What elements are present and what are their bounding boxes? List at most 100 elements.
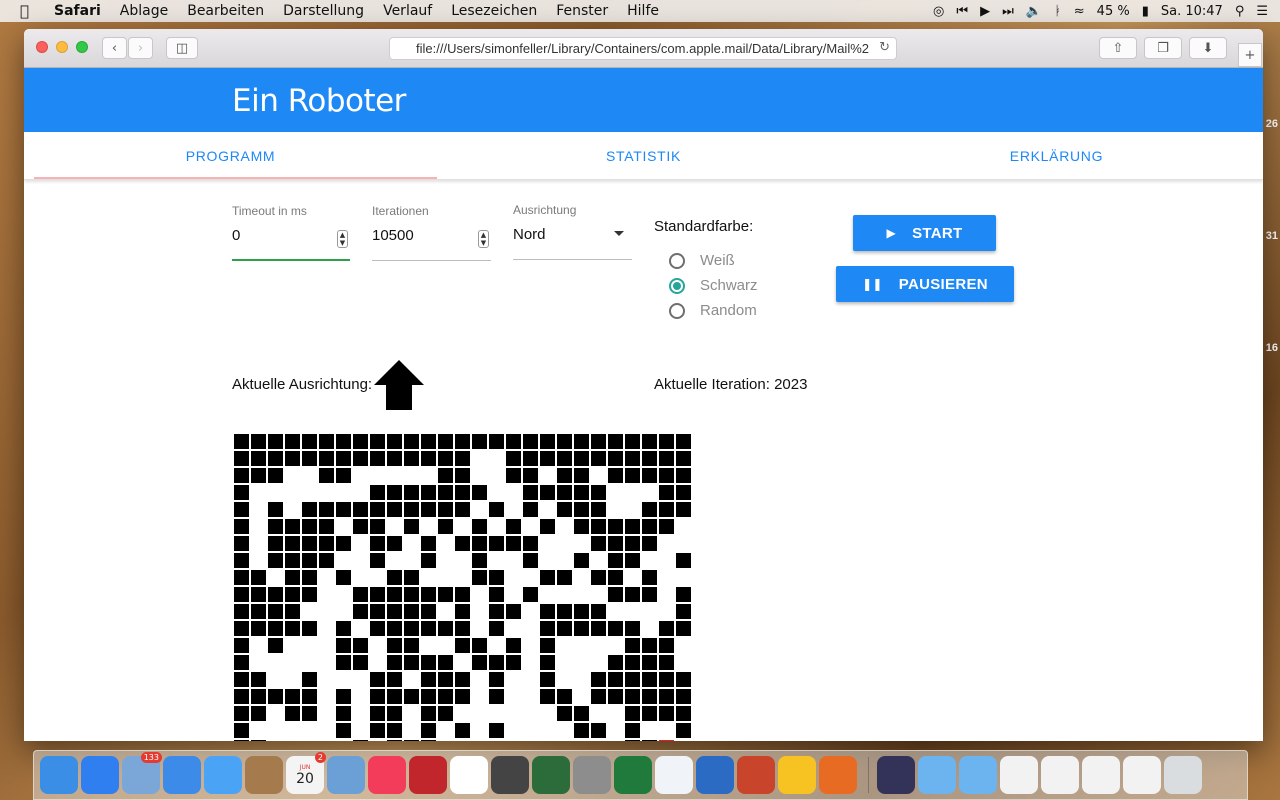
grid-cell (250, 586, 267, 603)
sidebar-button[interactable]: ◫ (166, 37, 198, 59)
battery-icon[interactable]: ▮ (1142, 4, 1149, 19)
media-prev-icon[interactable]: ⏮ (956, 4, 968, 19)
finder-icon[interactable] (40, 756, 78, 794)
grid-cell (658, 620, 675, 637)
grid-cell (658, 433, 675, 450)
grid-cell (641, 637, 658, 654)
radio-random[interactable]: Random (669, 302, 757, 319)
radio-circle-checked-icon[interactable] (669, 277, 685, 294)
imovie-icon[interactable] (491, 756, 529, 794)
direction-select[interactable]: Ausrichtung Nord (513, 203, 632, 260)
grid-cell (335, 467, 352, 484)
fullscreen-window-button[interactable] (76, 41, 88, 53)
address-bar[interactable]: file:///Users/simonfeller/Library/Contai… (389, 37, 897, 60)
tab-erklaerung[interactable]: ERKLÄRUNG (850, 132, 1263, 179)
grid-cell (301, 654, 318, 671)
word-icon[interactable] (696, 756, 734, 794)
url-text: file:///Users/simonfeller/Library/Contai… (416, 41, 870, 56)
launchpad-icon[interactable] (877, 756, 915, 794)
share-button[interactable]: ⇧ (1099, 37, 1137, 59)
notification-center-icon[interactable]: ☰ (1256, 4, 1268, 19)
document-thumbnail-icon[interactable] (1123, 756, 1161, 794)
radio-circle-icon[interactable] (669, 302, 685, 319)
grid-cell (318, 654, 335, 671)
systemprefs-icon[interactable] (573, 756, 611, 794)
grid-cell (233, 722, 250, 739)
menu-hilfe[interactable]: Hilfe (627, 3, 659, 19)
reload-icon[interactable]: ↻ (879, 40, 890, 55)
powerpoint-icon[interactable] (737, 756, 775, 794)
dropdown-arrow-icon[interactable] (614, 231, 624, 236)
folder-icon[interactable] (918, 756, 956, 794)
mail-icon[interactable]: 133 (122, 752, 162, 794)
iterations-stepper[interactable]: ▲ ▼ (478, 230, 489, 248)
preview-icon[interactable] (327, 756, 365, 794)
minimize-window-button[interactable] (56, 41, 68, 53)
menu-ablage[interactable]: Ablage (120, 3, 168, 19)
airplay-icon[interactable]: ◎ (933, 4, 944, 19)
excel-icon[interactable] (614, 756, 652, 794)
grid-cell (301, 535, 318, 552)
grid-cell (318, 535, 335, 552)
grid-cell (471, 518, 488, 535)
folder-icon[interactable] (959, 756, 997, 794)
spotlight-icon[interactable]: ⚲ (1235, 4, 1245, 19)
contacts-icon[interactable] (245, 756, 283, 794)
radio-schwarz[interactable]: Schwarz (669, 277, 758, 294)
grid-cell (267, 722, 284, 739)
apple-icon[interactable]:  (20, 2, 40, 20)
tabs-overview-button[interactable]: ❐ (1144, 37, 1182, 59)
photobooth-icon[interactable] (409, 756, 447, 794)
pause-button[interactable]: ❚❚ PAUSIEREN (836, 266, 1014, 302)
grid-cell (454, 722, 471, 739)
document-thumbnail-icon[interactable] (1041, 756, 1079, 794)
radio-circle-icon[interactable] (669, 252, 685, 269)
firefox-icon[interactable] (819, 756, 857, 794)
trash-icon[interactable] (1164, 756, 1202, 794)
appstore-icon[interactable] (81, 756, 119, 794)
back-button[interactable]: ‹ (102, 37, 127, 59)
grid-cell (556, 688, 573, 705)
media-play-icon[interactable]: ▶ (980, 4, 990, 19)
timemachine-icon[interactable] (532, 756, 570, 794)
timeout-stepper[interactable]: ▲ ▼ (337, 230, 348, 248)
menu-darstellung[interactable]: Darstellung (283, 3, 364, 19)
tab-statistik[interactable]: STATISTIK (437, 132, 850, 179)
close-window-button[interactable] (36, 41, 48, 53)
photos-icon[interactable] (450, 756, 488, 794)
media-next-icon[interactable]: ⏭ (1002, 4, 1014, 19)
notes-icon[interactable] (655, 756, 693, 794)
menu-fenster[interactable]: Fenster (556, 3, 608, 19)
grid-cell (437, 450, 454, 467)
battery-text[interactable]: 45 % (1097, 4, 1130, 19)
itunes-icon[interactable] (368, 756, 406, 794)
start-button[interactable]: ▶ START (853, 215, 996, 251)
document-thumbnail-icon[interactable] (1082, 756, 1120, 794)
forward-button[interactable]: › (128, 37, 153, 59)
onenote-icon[interactable] (778, 756, 816, 794)
iterations-input[interactable]: 10500 (372, 227, 491, 244)
wifi-icon[interactable]: ≈ (1074, 4, 1085, 19)
menu-app-name[interactable]: Safari (54, 3, 101, 19)
tab-programm[interactable]: PROGRAMM (24, 132, 437, 179)
timeout-field[interactable]: Timeout in ms 0 ▲ ▼ (232, 204, 350, 261)
menu-verlauf[interactable]: Verlauf (383, 3, 432, 19)
new-tab-button[interactable]: + (1238, 43, 1262, 67)
downloads-button[interactable]: ⬇ (1189, 37, 1227, 59)
timeout-input[interactable]: 0 (232, 227, 350, 244)
document-thumbnail-icon[interactable] (1000, 756, 1038, 794)
grid-cell (352, 739, 369, 741)
calendar-icon[interactable]: JUN 20 2 (286, 752, 326, 794)
menu-bearbeiten[interactable]: Bearbeiten (187, 3, 264, 19)
grid-cell (590, 722, 607, 739)
clock[interactable]: Sa. 10:47 (1161, 4, 1223, 19)
volume-icon[interactable]: 🔈 (1026, 4, 1042, 19)
grid-cell (471, 450, 488, 467)
radio-weiss[interactable]: Weiß (669, 252, 735, 269)
messages-icon[interactable] (204, 756, 242, 794)
grid-cell (488, 620, 505, 637)
iterations-field[interactable]: Iterationen 10500 ▲ ▼ (372, 204, 491, 261)
bluetooth-icon[interactable]: ᛓ (1054, 4, 1062, 19)
menu-lesezeichen[interactable]: Lesezeichen (451, 3, 537, 19)
safari-icon[interactable] (163, 756, 201, 794)
